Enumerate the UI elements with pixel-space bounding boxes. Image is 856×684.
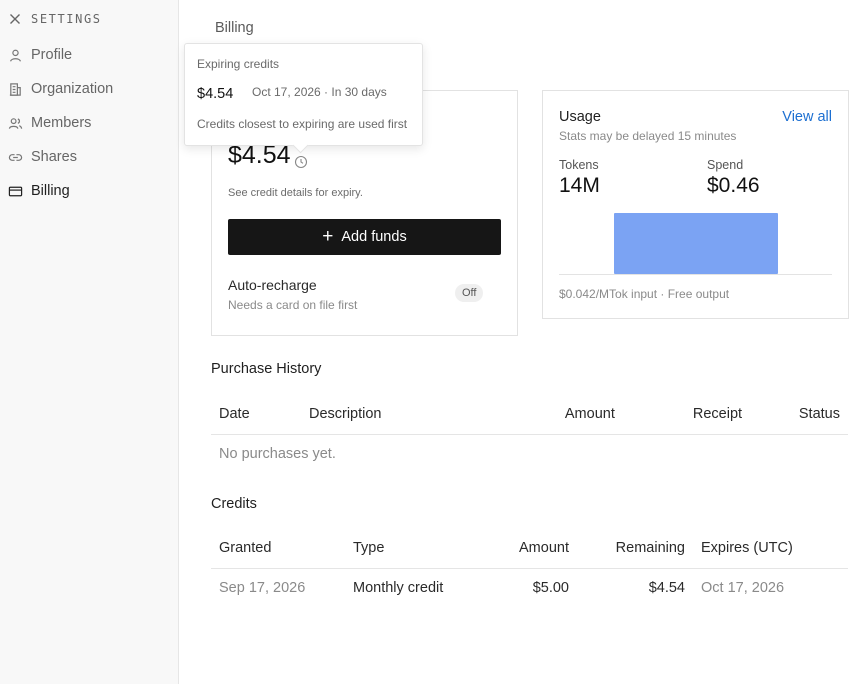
usage-card: Usage View all Stats may be delayed 15 m…: [542, 90, 849, 319]
sidebar-item-shares[interactable]: Shares: [8, 149, 77, 165]
clock-icon[interactable]: [294, 155, 308, 169]
settings-header: SETTINGS: [8, 12, 102, 26]
sidebar-item-label: Billing: [31, 183, 70, 199]
auto-recharge-subtitle: Needs a card on file first: [228, 298, 358, 312]
purchase-history-title: Purchase History: [211, 361, 322, 377]
column-header-amount: Amount: [481, 528, 577, 569]
usage-title: Usage: [559, 109, 601, 125]
table-header-row: Date Description Amount Receipt Status: [211, 394, 848, 435]
auto-recharge-title: Auto-recharge: [228, 277, 317, 293]
tooltip-title: Expiring credits: [197, 57, 280, 71]
tooltip-amount: $4.54: [197, 86, 234, 102]
column-header-remaining: Remaining: [577, 528, 693, 569]
column-header-amount: Amount: [516, 394, 623, 435]
cell-expires: Oct 17, 2026: [701, 580, 785, 596]
sidebar-item-label: Shares: [31, 149, 77, 165]
column-header-granted: Granted: [211, 528, 345, 569]
cell-remaining: $4.54: [648, 580, 685, 596]
tooltip-note: Credits closest to expiring are used fir…: [197, 117, 408, 131]
sidebar-item-billing[interactable]: Billing: [8, 183, 70, 199]
settings-title: SETTINGS: [31, 12, 102, 26]
cell-amount: $5.00: [532, 580, 569, 596]
column-header-description: Description: [300, 394, 517, 435]
purchase-history-table: Date Description Amount Receipt Status N…: [211, 394, 848, 473]
add-funds-button[interactable]: + Add funds: [228, 219, 501, 255]
add-funds-label: Add funds: [341, 229, 407, 245]
column-header-type: Type: [345, 528, 481, 569]
tokens-label: Tokens: [559, 158, 599, 172]
close-icon[interactable]: [8, 12, 22, 26]
usage-subtitle: Stats may be delayed 15 minutes: [559, 129, 737, 143]
sidebar-item-profile[interactable]: Profile: [8, 47, 72, 63]
spend-value: $0.46: [707, 174, 760, 197]
view-all-link[interactable]: View all: [782, 109, 832, 125]
link-icon: [8, 153, 23, 161]
column-header-expires: Expires (UTC): [693, 528, 848, 569]
tooltip-detail: Oct 17, 2026 · In 30 days: [252, 85, 387, 99]
sidebar-item-members[interactable]: Members: [8, 115, 91, 131]
credits-title: Credits: [211, 496, 257, 512]
user-icon: [10, 49, 21, 62]
expiring-credits-tooltip: Expiring credits $4.54 Oct 17, 2026 · In…: [184, 43, 423, 154]
credit-note: See credit details for expiry.: [228, 187, 363, 199]
empty-state-text: No purchases yet.: [219, 446, 336, 462]
credits-table: Granted Type Amount Remaining Expires (U…: [211, 528, 848, 607]
table-row: No purchases yet.: [211, 435, 848, 474]
sidebar-item-label: Members: [31, 115, 92, 131]
sidebar-item-label: Organization: [31, 81, 114, 97]
sidebar-item-label: Profile: [31, 47, 73, 63]
users-icon: [8, 117, 23, 129]
building-icon: [9, 82, 21, 96]
usage-chart: [559, 213, 832, 275]
table-header-row: Granted Type Amount Remaining Expires (U…: [211, 528, 848, 569]
sidebar-item-organization[interactable]: Organization: [8, 81, 113, 97]
cell-granted: Sep 17, 2026: [219, 580, 306, 596]
spend-label: Spend: [707, 158, 744, 172]
usage-bar: [614, 213, 778, 274]
auto-recharge-toggle[interactable]: Off: [455, 284, 484, 302]
usage-footnote: $0.042/MTok input · Free output: [559, 287, 730, 301]
cell-type: Monthly credit: [353, 580, 444, 596]
page-title: Billing: [215, 20, 254, 36]
credit-card-icon: [8, 186, 23, 196]
column-header-date: Date: [211, 394, 301, 435]
tokens-value: 14M: [559, 174, 600, 197]
column-header-status: Status: [790, 394, 848, 435]
settings-sidebar: SETTINGS Profile Organization Members Sh…: [0, 0, 179, 684]
plus-icon: +: [322, 225, 334, 247]
table-row: Sep 17, 2026 Monthly credit $5.00 $4.54 …: [211, 569, 848, 608]
column-header-receipt: Receipt: [622, 394, 791, 435]
